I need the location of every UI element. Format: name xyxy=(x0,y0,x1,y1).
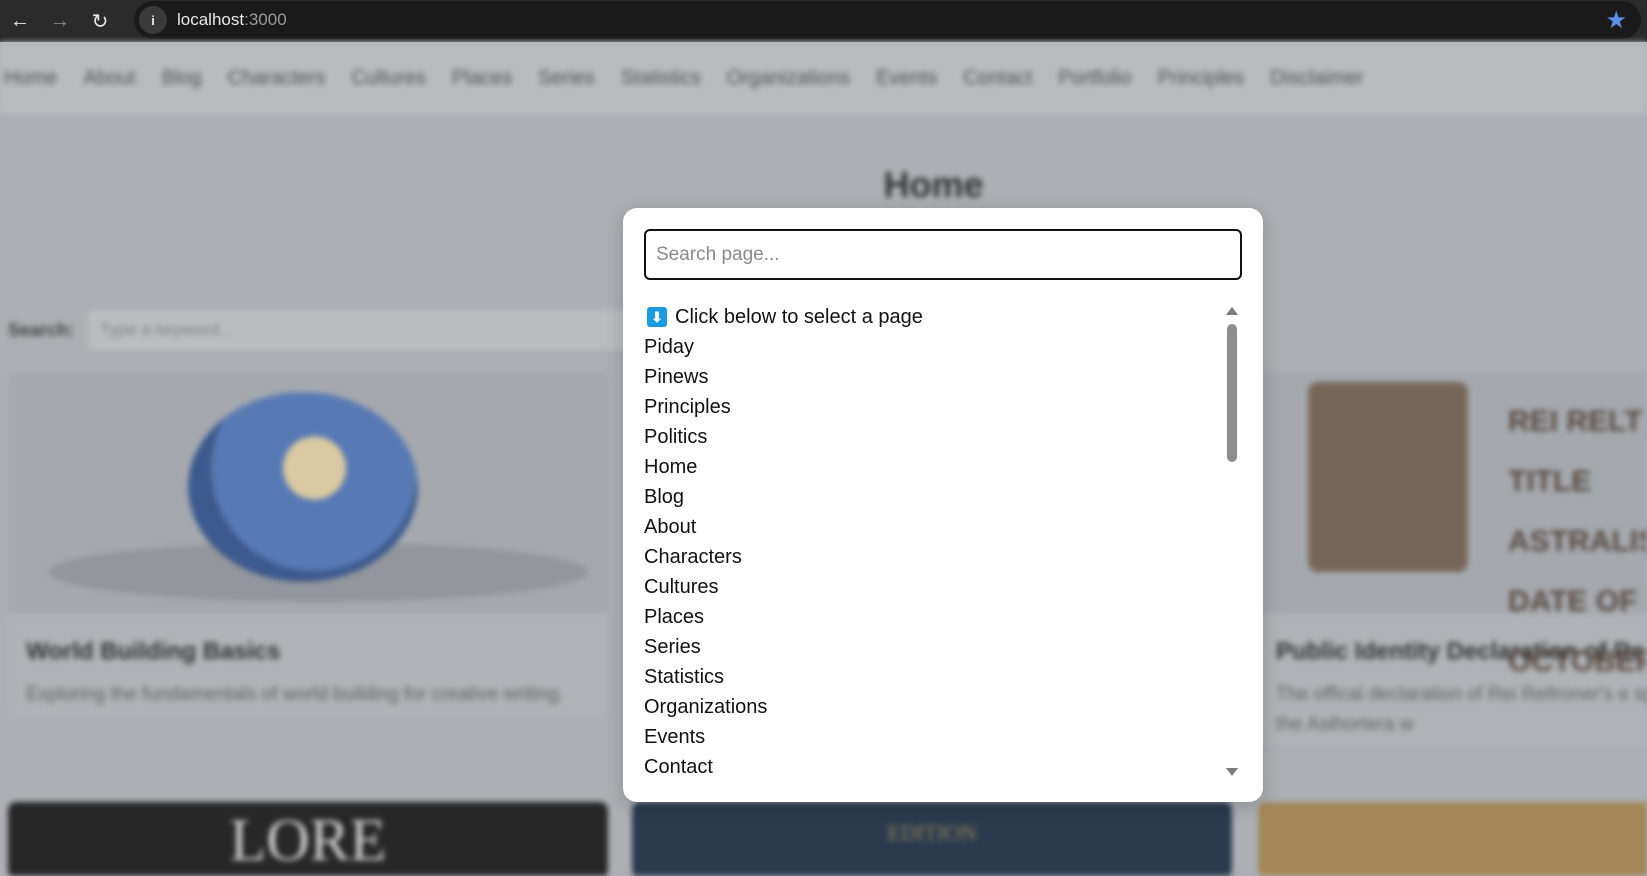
info-icon[interactable]: i xyxy=(139,6,167,34)
page-search-input[interactable] xyxy=(644,229,1242,280)
browser-toolbar: ← → ↻ i localhost:3000 ★ xyxy=(0,0,1647,42)
url-host: localhost xyxy=(177,10,245,29)
list-item-places[interactable]: Places xyxy=(644,602,1204,632)
hint-text: Click below to select a page xyxy=(675,305,923,328)
list-item-contact[interactable]: Contact xyxy=(644,752,1204,782)
star-icon[interactable]: ★ xyxy=(1605,6,1627,35)
list-item-piday[interactable]: Piday xyxy=(644,332,1204,362)
scroll-down-arrow-icon[interactable] xyxy=(1226,768,1238,776)
address-bar[interactable]: i localhost:3000 ★ xyxy=(134,1,1641,39)
scroll-up-arrow-icon[interactable] xyxy=(1226,307,1238,315)
list-item-principles[interactable]: Principles xyxy=(644,392,1204,422)
list-item-statistics[interactable]: Statistics xyxy=(644,662,1204,692)
scrollbar-thumb[interactable] xyxy=(1227,324,1237,462)
list-item-organizations[interactable]: Organizations xyxy=(644,692,1204,722)
list-item-cultures[interactable]: Cultures xyxy=(644,572,1204,602)
list-item-blog[interactable]: Blog xyxy=(644,482,1204,512)
down-arrow-icon: ⬇ xyxy=(647,307,667,327)
url-text[interactable]: localhost:3000 xyxy=(177,10,287,30)
page-selector-modal: ⬇ Click below to select a page Piday Pin… xyxy=(623,208,1263,802)
forward-arrow-icon[interactable]: → xyxy=(40,1,80,41)
list-item-about[interactable]: About xyxy=(644,512,1204,542)
list-item-home[interactable]: Home xyxy=(644,452,1204,482)
page-list: ⬇ Click below to select a page Piday Pin… xyxy=(644,302,1204,782)
url-port: :3000 xyxy=(244,10,287,29)
back-arrow-icon[interactable]: ← xyxy=(0,1,40,41)
list-item-characters[interactable]: Characters xyxy=(644,542,1204,572)
list-item-pinews[interactable]: Pinews xyxy=(644,362,1204,392)
list-item-events[interactable]: Events xyxy=(644,722,1204,752)
select-hint: ⬇ Click below to select a page xyxy=(644,302,1204,332)
list-item-series[interactable]: Series xyxy=(644,632,1204,662)
list-item-politics[interactable]: Politics xyxy=(644,422,1204,452)
reload-icon[interactable]: ↻ xyxy=(80,1,120,41)
